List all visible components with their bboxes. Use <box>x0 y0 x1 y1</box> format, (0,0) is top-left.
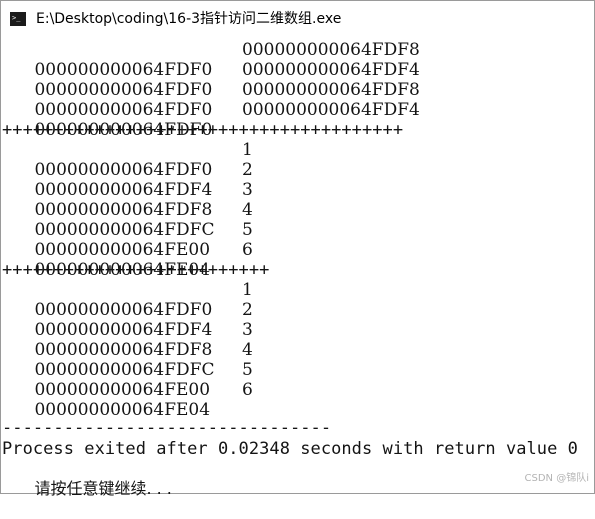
element-value: 1 <box>242 140 253 160</box>
console-line: 000000000064FDF0 000000000064FDF8 <box>2 80 419 120</box>
address-right: 000000000064FDF4 <box>242 100 420 120</box>
element-value: 3 <box>242 320 253 340</box>
console-line: 000000000064FE04 6 <box>2 240 252 280</box>
console-line: 000000000064FDF8 3 <box>2 180 252 220</box>
element-value: 1 <box>242 280 253 300</box>
dash-separator: -------------------------------- <box>2 418 332 438</box>
title-bar[interactable]: >_ E:\Desktop\coding\16-3指针访问二维数组.exe <box>1 1 594 38</box>
element-value: 6 <box>242 240 253 260</box>
console-line: 000000000064FDF0 1 <box>2 280 252 320</box>
console-line: 000000000064FE04 6 <box>2 380 252 420</box>
element-value: 6 <box>242 380 253 400</box>
window-title: E:\Desktop\coding\16-3指针访问二维数组.exe <box>36 11 342 27</box>
element-value: 2 <box>242 160 253 180</box>
element-value: 5 <box>242 220 253 240</box>
console-app-icon: >_ <box>10 12 26 26</box>
plus-separator: ++++++++++++++++++++++++++ <box>2 260 270 280</box>
element-value: 2 <box>242 300 253 320</box>
pause-prompt-text: 请按任意键继续. . . <box>34 479 172 498</box>
element-address: 000000000064FE04 <box>34 400 211 420</box>
address-right: 000000000064FDF8 <box>242 40 420 60</box>
console-line: 000000000064FDFC 4 <box>2 340 252 380</box>
pause-prompt: 请按任意键继续. . . <box>2 459 171 498</box>
console-line: 000000000064FDFC 4 <box>2 200 252 240</box>
console-window: >_ E:\Desktop\coding\16-3指针访问二维数组.exe 00… <box>0 0 595 498</box>
console-line: 000000000064FDF4 2 <box>2 300 252 340</box>
console-line: 000000000064FDF0 1 <box>2 140 252 180</box>
console-line: 000000000064FDF4 2 <box>2 160 252 200</box>
console-line: 000000000064FDF0 000000000064FDF4 <box>2 100 419 140</box>
element-value: 3 <box>242 180 253 200</box>
console-line: 000000000064FE00 5 <box>2 360 252 400</box>
console-output[interactable]: 000000000064FDF0 000000000064FDF8 000000… <box>2 40 594 498</box>
console-line: 000000000064FE00 5 <box>2 220 252 260</box>
plus-separator: +++++++++++++++++++++++++++++++++++++++ <box>2 120 404 140</box>
address-right: 000000000064FDF4 <box>242 60 420 80</box>
address-right: 000000000064FDF8 <box>242 80 420 100</box>
console-line: 000000000064FDF0 000000000064FDF8 <box>2 40 419 80</box>
console-line: 000000000064FDF0 000000000064FDF4 <box>2 60 419 100</box>
console-line: 000000000064FDF8 3 <box>2 320 252 360</box>
exit-message: Process exited after 0.02348 seconds wit… <box>2 439 578 459</box>
element-value: 5 <box>242 360 253 380</box>
element-value: 4 <box>242 200 253 220</box>
element-value: 4 <box>242 340 253 360</box>
watermark: CSDN @锦队i <box>524 473 589 484</box>
